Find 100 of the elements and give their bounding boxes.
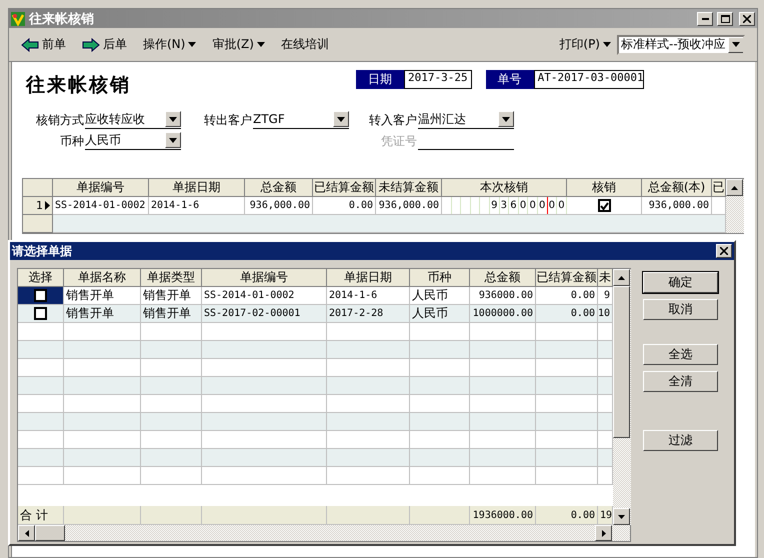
- table-cell[interactable]: [18, 305, 64, 323]
- column-header: 总金额(本): [642, 179, 712, 197]
- digit-cell: 3: [500, 197, 510, 214]
- column-header: 单据日期: [327, 269, 410, 287]
- table-cell: SS-2014-01-0002: [202, 287, 327, 305]
- table-cell: [141, 341, 202, 359]
- toolbar-button[interactable]: 后单: [82, 36, 127, 53]
- scroll-up-button[interactable]: [726, 179, 743, 196]
- table-cell: [598, 395, 613, 413]
- select-field[interactable]: 应收转应收: [85, 110, 181, 129]
- dropdown-caret-icon: [732, 42, 740, 47]
- window-title: 往来帐核销: [29, 10, 95, 28]
- table-cell: [536, 467, 598, 485]
- row-header: 1: [23, 197, 53, 215]
- table-cell: 0.00: [536, 287, 598, 305]
- table-cell: [712, 197, 726, 215]
- column-header: 总金额: [245, 179, 313, 197]
- minimize-button[interactable]: [697, 12, 713, 26]
- table-cell: [410, 506, 470, 525]
- table-cell: [141, 449, 202, 467]
- up-arrow-icon: [618, 276, 625, 280]
- current-row-icon: [45, 201, 50, 210]
- column-header: 已结算金额: [313, 179, 376, 197]
- table-cell: [141, 323, 202, 341]
- table-cell: [536, 449, 598, 467]
- print-button[interactable]: 打印(P): [559, 36, 611, 53]
- close-icon: [743, 14, 751, 22]
- select-field[interactable]: ZTGF: [253, 110, 349, 129]
- table-cell: [470, 341, 536, 359]
- table-cell: [536, 413, 598, 431]
- table-cell: [141, 467, 202, 485]
- table-cell: 0.00: [313, 197, 376, 215]
- table-cell: [18, 377, 64, 395]
- scroll-down-button[interactable]: [613, 508, 630, 525]
- table-cell: [470, 395, 536, 413]
- table-cell: 销售开单: [64, 287, 141, 305]
- column-header: 未: [598, 269, 613, 287]
- table-cell: [410, 467, 470, 485]
- table-cell: 19: [598, 506, 613, 525]
- toolbar-button[interactable]: 操作(N): [143, 36, 196, 53]
- scrollbar[interactable]: [18, 525, 630, 541]
- table-cell: [141, 413, 202, 431]
- digit-cell: 6: [509, 197, 519, 214]
- dialog-button[interactable]: 过滤: [643, 430, 718, 451]
- table-cell: [410, 431, 470, 449]
- toolbar-button[interactable]: 前单: [21, 36, 66, 53]
- column-header: 未结算金额: [376, 179, 442, 197]
- scroll-right-button[interactable]: [595, 525, 612, 541]
- scroll-left-button[interactable]: [18, 525, 35, 541]
- table-cell: 人民币: [410, 287, 470, 305]
- table-cell: 销售开单: [141, 305, 202, 323]
- checkbox[interactable]: [598, 199, 610, 212]
- scrollbar[interactable]: [613, 269, 631, 525]
- table-cell[interactable]: [18, 287, 64, 305]
- table-cell: [18, 341, 64, 359]
- table-cell: [141, 395, 202, 413]
- table-cell: [410, 413, 470, 431]
- checkbox[interactable]: [34, 307, 47, 320]
- table-cell: 936,000.00: [642, 197, 712, 215]
- dialog-button[interactable]: 全清: [643, 371, 718, 392]
- scrollbar[interactable]: [726, 179, 744, 233]
- number-field[interactable]: AT-2017-03-00001: [534, 70, 644, 89]
- style-select[interactable]: 标准样式--预收冲应: [617, 34, 745, 54]
- dropdown-caret-icon: [169, 116, 177, 122]
- table-cell: [410, 377, 470, 395]
- scroll-thumb[interactable]: [613, 286, 630, 438]
- table-cell: 人民币: [410, 305, 470, 323]
- close-button[interactable]: [716, 244, 732, 258]
- checkbox[interactable]: [34, 289, 47, 302]
- scroll-thumb[interactable]: [35, 525, 65, 541]
- table-cell: 9: [598, 287, 613, 305]
- field-label: 转出客户: [203, 112, 252, 129]
- table-cell: [536, 341, 598, 359]
- table-cell: 2017-2-28: [327, 305, 410, 323]
- date-field[interactable]: 2017-3-25: [404, 70, 472, 89]
- maximize-button[interactable]: [717, 12, 733, 26]
- scroll-up-button[interactable]: [613, 269, 630, 286]
- toolbar-button[interactable]: 审批(Z): [212, 36, 265, 53]
- table-cell: 936000.00: [470, 287, 536, 305]
- table-cell: 936,000.00: [245, 197, 313, 215]
- field-label: 单号: [486, 70, 534, 89]
- table-cell: [470, 449, 536, 467]
- maximize-icon: [720, 14, 730, 22]
- select-field[interactable]: 人民币: [85, 131, 181, 150]
- table-cell: [598, 413, 613, 431]
- table-cell: [470, 467, 536, 485]
- table-cell: SS-2017-02-00001: [202, 305, 327, 323]
- minimize-icon: [702, 18, 708, 20]
- dialog-button[interactable]: 确定: [643, 272, 718, 293]
- toolbar-button[interactable]: 在线培训: [280, 36, 329, 53]
- digit-cell: 0: [538, 197, 548, 214]
- dialog-button[interactable]: 全选: [643, 344, 718, 365]
- select-field[interactable]: 温州汇达: [418, 110, 514, 129]
- column-header: 选择: [18, 269, 64, 287]
- table-cell: 销售开单: [141, 287, 202, 305]
- close-button[interactable]: [739, 12, 755, 26]
- table-cell: 2014-1-6: [327, 287, 410, 305]
- table-cell: [470, 431, 536, 449]
- table-cell: [470, 323, 536, 341]
- dialog-button[interactable]: 取消: [643, 299, 718, 320]
